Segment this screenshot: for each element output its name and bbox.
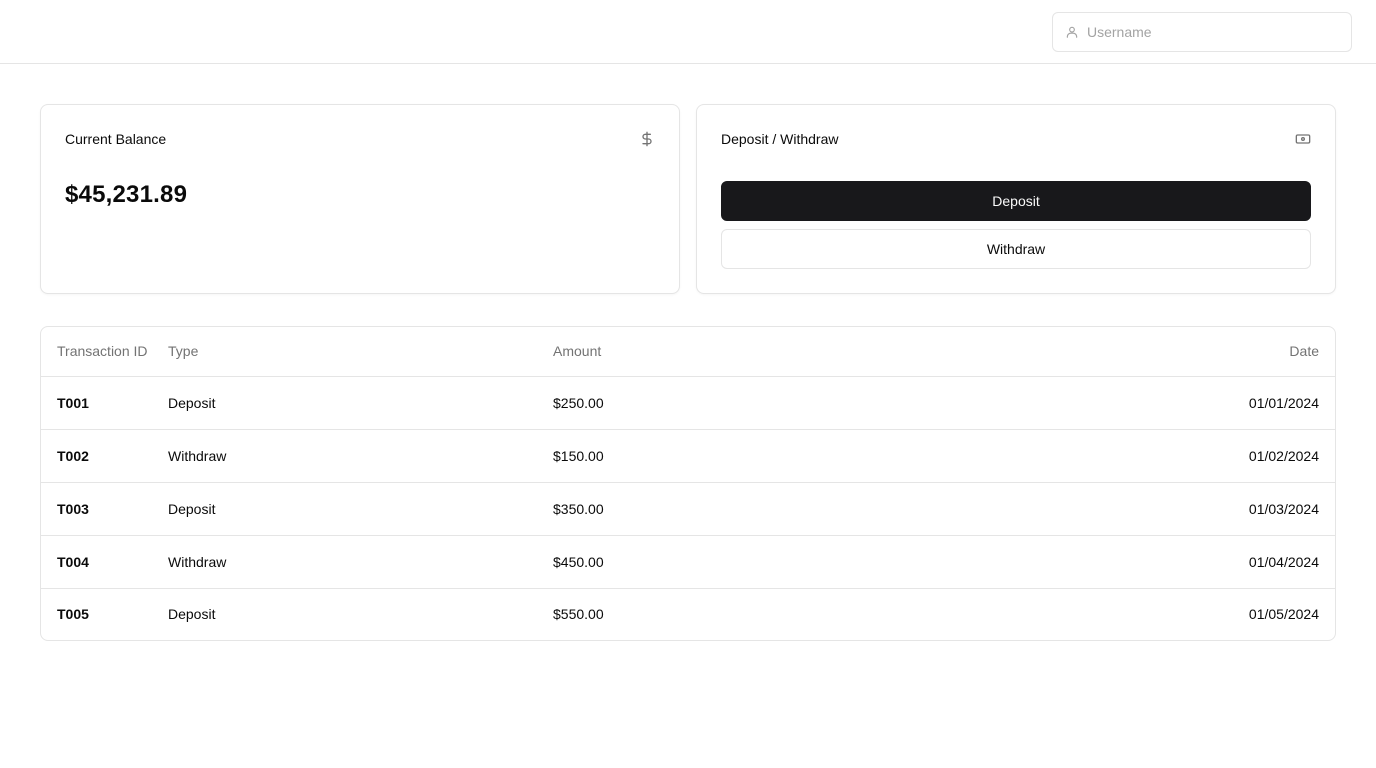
table-header-row: Transaction ID Type Amount Date: [41, 327, 1335, 376]
current-balance-card: Current Balance $45,231.89: [40, 104, 680, 294]
balance-amount: $45,231.89: [65, 181, 188, 208]
withdraw-button[interactable]: Withdraw: [721, 229, 1311, 269]
type-cell: Deposit: [168, 500, 216, 517]
amount-cell: $350.00: [553, 500, 604, 517]
transaction-id-cell: T001: [57, 394, 89, 411]
type-cell: Withdraw: [168, 553, 227, 570]
transaction-id-cell: T003: [57, 500, 89, 517]
column-header-transaction-id: Transaction ID: [57, 343, 148, 360]
dollar-sign-icon: [639, 131, 655, 147]
transactions-table: Transaction ID Type Amount Date T001 Dep…: [40, 326, 1336, 641]
username-input[interactable]: [1087, 24, 1327, 40]
type-cell: Deposit: [168, 394, 216, 411]
deposit-button[interactable]: Deposit: [721, 181, 1311, 221]
type-cell: Withdraw: [168, 447, 227, 464]
user-icon: [1065, 25, 1079, 39]
deposit-withdraw-card: Deposit / Withdraw Deposit Withdraw: [696, 104, 1336, 294]
transaction-id-cell: T004: [57, 553, 89, 570]
date-cell: 01/04/2024: [1248, 553, 1319, 570]
username-field[interactable]: [1052, 12, 1352, 52]
date-cell: 01/03/2024: [1248, 500, 1319, 517]
date-cell: 01/01/2024: [1248, 394, 1319, 411]
column-header-type: Type: [168, 343, 199, 360]
amount-cell: $250.00: [553, 394, 604, 411]
table-row[interactable]: T001 Deposit $250.00 01/01/2024: [41, 376, 1335, 429]
amount-cell: $150.00: [553, 447, 604, 464]
column-header-amount: Amount: [553, 343, 602, 360]
column-header-date: Date: [1289, 343, 1319, 360]
date-cell: 01/05/2024: [1248, 606, 1319, 623]
type-cell: Deposit: [168, 606, 216, 623]
transaction-id-cell: T002: [57, 447, 89, 464]
amount-cell: $450.00: [553, 553, 604, 570]
transaction-id-cell: T005: [57, 606, 89, 623]
amount-cell: $550.00: [553, 606, 604, 623]
date-cell: 01/02/2024: [1248, 447, 1319, 464]
table-row[interactable]: T003 Deposit $350.00 01/03/2024: [41, 482, 1335, 535]
table-row[interactable]: T004 Withdraw $450.00 01/04/2024: [41, 535, 1335, 588]
table-row[interactable]: T005 Deposit $550.00 01/05/2024: [41, 588, 1335, 640]
top-bar: [0, 0, 1376, 64]
banknote-icon: [1295, 131, 1311, 147]
table-row[interactable]: T002 Withdraw $150.00 01/02/2024: [41, 429, 1335, 482]
card-title: Current Balance: [65, 131, 167, 147]
card-title: Deposit / Withdraw: [721, 131, 839, 147]
